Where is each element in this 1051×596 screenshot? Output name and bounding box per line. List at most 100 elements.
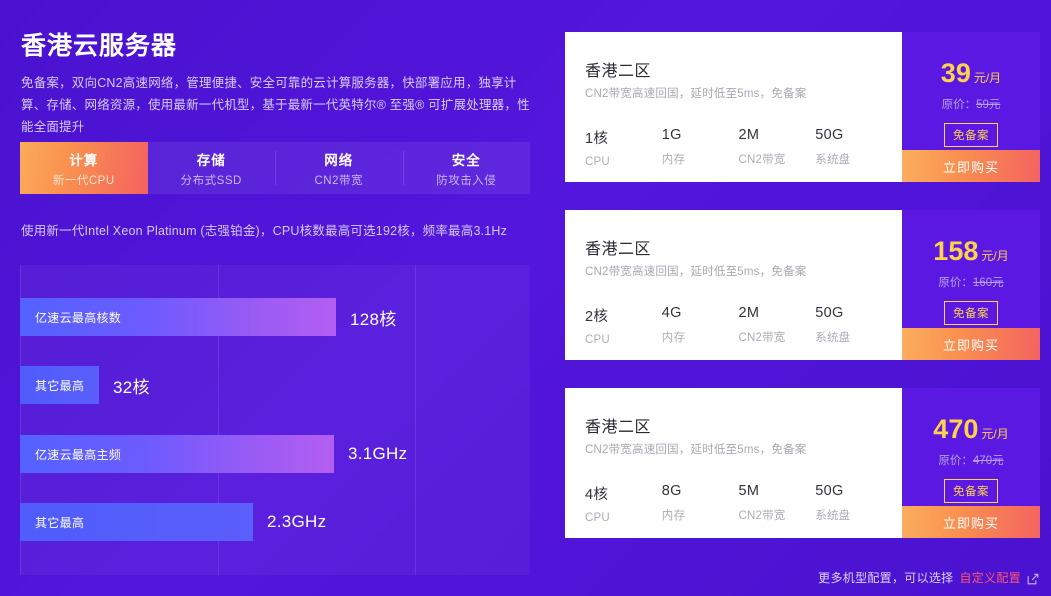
plan-original-price-prefix: 原价： <box>938 277 973 289</box>
plan-spec: 4G 内存 <box>662 305 739 346</box>
plan-price-line: 158 元/月 <box>902 236 1040 267</box>
chart-bar-row: 其它最高 2.3GHz <box>20 503 530 541</box>
chart-bar: 其它最高 <box>20 503 253 541</box>
chart-bar-label: 亿速云最高核数 <box>35 310 122 325</box>
tab-subtitle: 分布式SSD <box>180 174 242 187</box>
chart-bar-label: 亿速云最高主频 <box>35 447 122 462</box>
tab-subtitle: 新一代CPU <box>52 174 115 187</box>
plan-spec-value: 2M <box>738 305 760 321</box>
plan-original-price-prefix: 原价： <box>938 455 973 467</box>
plan-title: 香港二区 <box>585 419 652 436</box>
plan-spec: 8G 内存 <box>662 483 739 524</box>
plan-spec-value: 50G <box>815 483 844 499</box>
chart-bar-row: 亿速云最高核数 128核 <box>20 298 530 336</box>
chart-bar-value: 2.3GHz <box>267 512 327 531</box>
plan-spec-value: 1核 <box>585 131 609 147</box>
chart-bar-row: 亿速云最高主频 3.1GHz <box>20 435 530 473</box>
plan-card[interactable]: 香港二区 CN2带宽高速回国，延时低至5ms，免备案 2核 CPU 4G 内存 2M CN2带… <box>565 210 1040 360</box>
plan-info: 香港二区 CN2带宽高速回国，延时低至5ms，免备案 4核 CPU 8G 内存 5M CN2带… <box>565 388 902 538</box>
chart-bar-row: 其它最高 32核 <box>20 366 530 404</box>
tab-1[interactable]: 计算新一代CPU <box>20 142 148 194</box>
chart-bar-label: 其它最高 <box>35 378 85 393</box>
plan-original-price: 原价：470元 <box>902 452 1040 468</box>
plan-subtitle: CN2带宽高速回国，延时低至5ms，免备案 <box>585 444 807 456</box>
feature-tab-bar: 计算 新一代CPU 存储 分布式SSD 网络 CN2带宽 安全 防攻击入侵 <box>20 142 530 194</box>
plan-price-unit: 元/月 <box>973 71 1002 85</box>
chart-bar: 亿速云最高主频 <box>20 435 334 473</box>
plan-price-unit: 元/月 <box>981 249 1009 263</box>
chart-bar-label: 其它最高 <box>35 515 85 530</box>
plan-spec-value: 2M <box>738 127 760 143</box>
tab-subtitle: CN2带宽 <box>314 174 363 187</box>
plan-spec-row: 1核 CPU 1G 内存 2M CN2带宽 50G 系统盘 <box>585 127 892 168</box>
plan-original-price-value: 59元 <box>976 99 1001 111</box>
plan-price-amount: 39 <box>940 58 971 88</box>
plan-price-panel: 39 元/月原价：59元免备案立即购买 <box>902 32 1040 182</box>
plan-title: 香港二区 <box>585 63 652 80</box>
plan-price-amount: 158 <box>933 236 979 266</box>
plan-spec-row: 4核 CPU 8G 内存 5M CN2带宽 50G 系统盘 <box>585 483 892 524</box>
tab-2[interactable]: 存储分布式SSD <box>148 142 276 194</box>
plan-spec-label: CN2带宽 <box>738 332 786 344</box>
pricing-panel: 香港二区 CN2带宽高速回国，延时低至5ms，免备案 1核 CPU 1G 内存 2M CN2带… <box>560 0 1051 596</box>
plan-original-price-prefix: 原价： <box>941 99 977 111</box>
external-link-icon[interactable] <box>1027 573 1039 585</box>
tab-title: 计算 <box>69 152 99 168</box>
plan-spec-label: 系统盘 <box>815 154 851 166</box>
plan-price-unit: 元/月 <box>981 427 1009 441</box>
chart-bar-value: 128核 <box>350 309 397 329</box>
plan-spec-value: 4核 <box>585 487 609 503</box>
tab-title: 存储 <box>196 152 226 168</box>
plan-badge: 免备案 <box>944 123 998 147</box>
chart-note: 使用新一代Intel Xeon Platinum (志强铂金)，CPU核数最高可… <box>21 224 508 238</box>
tab-title: 安全 <box>451 152 481 168</box>
custom-config-link[interactable]: 自定义配置 <box>959 569 1021 586</box>
buy-now-button[interactable]: 立即购买 <box>902 328 1040 360</box>
plan-spec-label: 内存 <box>661 332 686 344</box>
plan-spec-label: 系统盘 <box>815 510 851 522</box>
tab-3[interactable]: 网络 CN2带宽 <box>275 142 403 194</box>
tab-title: 网络 <box>324 152 354 168</box>
left-feature-panel: 香港云服务器 免备案，双向CN2高速网络，管理便捷、安全可靠的云计算服务器，快部… <box>0 0 560 596</box>
plan-info: 香港二区 CN2带宽高速回国，延时低至5ms，免备案 2核 CPU 4G 内存 2M CN2带… <box>565 210 902 360</box>
plan-original-price: 原价：160元 <box>902 274 1040 290</box>
plan-price-line: 470 元/月 <box>902 414 1040 445</box>
plan-spec: 1核 CPU <box>585 127 662 168</box>
plan-spec: 2核 CPU <box>585 305 662 346</box>
plan-spec-row: 2核 CPU 4G 内存 2M CN2带宽 50G 系统盘 <box>585 305 892 346</box>
plan-spec: 2M CN2带宽 <box>739 305 816 346</box>
plan-spec-value: 8G <box>661 483 682 499</box>
plan-price-amount: 470 <box>933 414 979 444</box>
plan-subtitle: CN2带宽高速回国，延时低至5ms，免备案 <box>585 88 807 100</box>
plan-card[interactable]: 香港二区 CN2带宽高速回国，延时低至5ms，免备案 4核 CPU 8G 内存 5M CN2带… <box>565 388 1040 538</box>
buy-now-button[interactable]: 立即购买 <box>902 150 1040 182</box>
plan-original-price-value: 470元 <box>972 455 1004 467</box>
buy-now-button[interactable]: 立即购买 <box>902 506 1040 538</box>
page-title: 香港云服务器 <box>21 32 178 60</box>
chart-bar-value: 32核 <box>113 377 150 397</box>
plan-spec-label: CN2带宽 <box>738 154 786 166</box>
tab-4[interactable]: 安全 防攻击入侵 <box>402 142 531 194</box>
plan-spec-label: CPU <box>585 156 610 168</box>
more-configs-text: 更多机型配置，可以选择 <box>818 571 954 585</box>
plan-card[interactable]: 香港二区 CN2带宽高速回国，延时低至5ms，免备案 1核 CPU 1G 内存 2M CN2带… <box>565 32 1040 182</box>
plan-title: 香港二区 <box>585 241 652 258</box>
plan-spec-value: 50G <box>815 305 844 321</box>
plan-spec: 5M CN2带宽 <box>739 483 816 524</box>
plan-spec-label: CPU <box>585 334 610 346</box>
plan-spec-value: 5M <box>738 483 760 499</box>
plan-info: 香港二区 CN2带宽高速回国，延时低至5ms，免备案 1核 CPU 1G 内存 2M CN2带… <box>565 32 902 182</box>
plan-spec-label: 系统盘 <box>815 332 851 344</box>
plan-badge: 免备案 <box>944 301 998 325</box>
plan-spec-label: CN2带宽 <box>738 510 786 522</box>
plan-original-price-value: 160元 <box>972 277 1004 289</box>
plan-spec: 50G 系统盘 <box>815 305 892 346</box>
plan-spec-value: 2核 <box>585 309 609 325</box>
plan-spec: 4核 CPU <box>585 483 662 524</box>
chart-bar: 其它最高 <box>20 366 99 404</box>
plan-price-line: 39 元/月 <box>902 58 1040 89</box>
plan-spec-value: 4G <box>661 305 682 321</box>
more-configs-line: 更多机型配置，可以选择 自定义配置 <box>818 569 1039 586</box>
plan-original-price: 原价：59元 <box>902 96 1040 112</box>
plan-spec-value: 50G <box>815 127 844 143</box>
